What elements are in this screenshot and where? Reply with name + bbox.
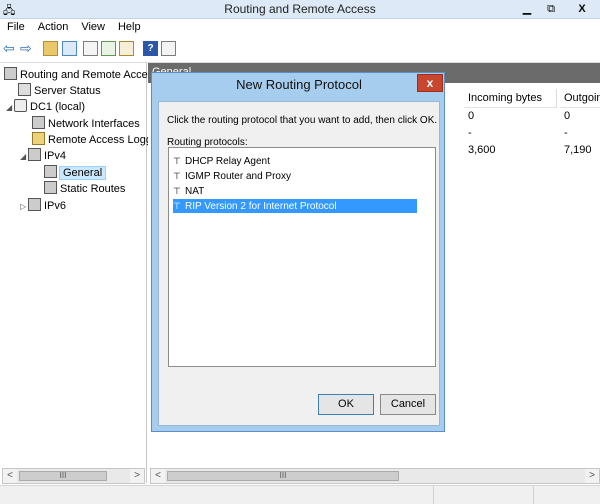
window-title: Routing and Remote Access bbox=[224, 2, 376, 16]
protocol-icon: ⊤ bbox=[173, 171, 181, 181]
network-icon bbox=[32, 116, 45, 129]
show-hide-tree-icon[interactable] bbox=[62, 41, 77, 56]
cell-out-2: 7,190 bbox=[564, 144, 592, 156]
scroll-right-button[interactable]: > bbox=[130, 469, 144, 483]
scroll-left-button[interactable]: < bbox=[151, 469, 165, 483]
menu-file[interactable]: File bbox=[0, 19, 31, 33]
details-hscrollbar[interactable]: < III > bbox=[150, 468, 600, 484]
cell-in-1: - bbox=[468, 127, 472, 139]
minimize-button[interactable]: ▁ bbox=[516, 0, 538, 18]
computer-icon bbox=[14, 99, 27, 112]
status-divider bbox=[433, 486, 434, 504]
scroll-left-button[interactable]: < bbox=[3, 469, 17, 483]
new-routing-protocol-dialog: New Routing Protocol x Click the routing… bbox=[151, 72, 445, 432]
properties-icon[interactable] bbox=[83, 41, 98, 56]
tree-item-general[interactable]: General bbox=[44, 165, 107, 181]
show-action-pane-icon[interactable] bbox=[161, 41, 176, 56]
protocol-item-rip-v2[interactable]: ⊤ RIP Version 2 for Internet Protocol bbox=[173, 199, 417, 213]
expand-icon[interactable]: ▷ bbox=[20, 199, 28, 215]
forward-arrow-icon[interactable]: ⇨ bbox=[20, 41, 35, 56]
scroll-thumb[interactable]: III bbox=[19, 471, 107, 481]
title-bar: 🖧 Routing and Remote Access ▁ ⧉ X bbox=[0, 0, 600, 19]
cancel-button[interactable]: Cancel bbox=[380, 394, 436, 415]
cell-out-0: 0 bbox=[564, 110, 571, 122]
tree-item-root[interactable]: Routing and Remote Access bbox=[4, 67, 159, 83]
protocol-item-nat[interactable]: ⊤ NAT bbox=[173, 184, 204, 198]
folder-icon bbox=[32, 132, 45, 145]
dialog-title: New Routing Protocol bbox=[236, 77, 362, 92]
cell-in-0: 0 bbox=[468, 110, 475, 122]
menu-view[interactable]: View bbox=[74, 19, 111, 33]
ok-button[interactable]: OK bbox=[318, 394, 374, 415]
protocol-item-dhcp-relay[interactable]: ⊤ DHCP Relay Agent bbox=[173, 154, 270, 168]
network-icon bbox=[44, 181, 57, 194]
toolbar: ⇦ ⇨ ? bbox=[0, 37, 600, 63]
network-icon bbox=[28, 148, 41, 161]
menu-bar: File Action View Help bbox=[0, 19, 600, 37]
protocol-icon: ⊤ bbox=[173, 201, 181, 211]
protocol-item-igmp[interactable]: ⊤ IGMP Router and Proxy bbox=[173, 169, 291, 183]
collapse-icon[interactable]: ◢ bbox=[6, 100, 14, 116]
dialog-instruction: Click the routing protocol that you want… bbox=[167, 115, 438, 126]
tree-item-static-routes[interactable]: Static Routes bbox=[44, 181, 125, 197]
tree-item-ipv6[interactable]: ▷ IPv6 bbox=[20, 198, 66, 214]
tree-item-dc1[interactable]: ◢ DC1 (local) bbox=[6, 99, 85, 115]
collapse-icon[interactable]: ◢ bbox=[20, 149, 28, 165]
up-folder-icon[interactable] bbox=[43, 41, 58, 56]
dialog-body: Click the routing protocol that you want… bbox=[158, 101, 440, 426]
protocol-icon: ⊤ bbox=[173, 186, 181, 196]
scroll-thumb[interactable]: III bbox=[167, 471, 399, 481]
protocol-icon: ⊤ bbox=[173, 156, 181, 166]
server-status-icon bbox=[18, 83, 31, 96]
network-icon bbox=[44, 165, 57, 178]
restore-button[interactable]: ⧉ bbox=[540, 0, 562, 18]
cell-out-1: - bbox=[564, 127, 568, 139]
tree-pane: Routing and Remote Access Server Status … bbox=[0, 63, 167, 483]
column-outgoing[interactable]: Outgoing bbox=[560, 89, 600, 108]
tree-hscrollbar[interactable]: < III > bbox=[2, 468, 145, 484]
tree-item-remote-access-logging[interactable]: Remote Access Logging bbox=[32, 132, 167, 148]
protocol-list[interactable]: ⊤ DHCP Relay Agent ⊤ IGMP Router and Proxy… bbox=[168, 147, 436, 367]
tree-item-network-interfaces[interactable]: Network Interfaces bbox=[32, 116, 140, 132]
tree-item-ipv4[interactable]: ◢ IPv4 bbox=[20, 148, 66, 164]
column-incoming-bytes[interactable]: Incoming bytes bbox=[464, 89, 557, 108]
scroll-right-button[interactable]: > bbox=[585, 469, 599, 483]
cell-in-2: 3,600 bbox=[468, 144, 496, 156]
status-divider bbox=[533, 486, 534, 504]
refresh-icon[interactable] bbox=[101, 41, 116, 56]
back-arrow-icon[interactable]: ⇦ bbox=[3, 41, 18, 56]
close-button[interactable]: X bbox=[565, 0, 599, 18]
menu-help[interactable]: Help bbox=[111, 19, 147, 33]
export-list-icon[interactable] bbox=[119, 41, 134, 56]
help-icon[interactable]: ? bbox=[143, 41, 158, 56]
status-bar bbox=[0, 485, 600, 504]
server-icon bbox=[4, 67, 17, 80]
menu-action[interactable]: Action bbox=[31, 19, 75, 33]
dialog-close-button[interactable]: x bbox=[417, 74, 443, 92]
tree-item-server-status[interactable]: Server Status bbox=[18, 83, 101, 99]
network-icon bbox=[28, 198, 41, 211]
